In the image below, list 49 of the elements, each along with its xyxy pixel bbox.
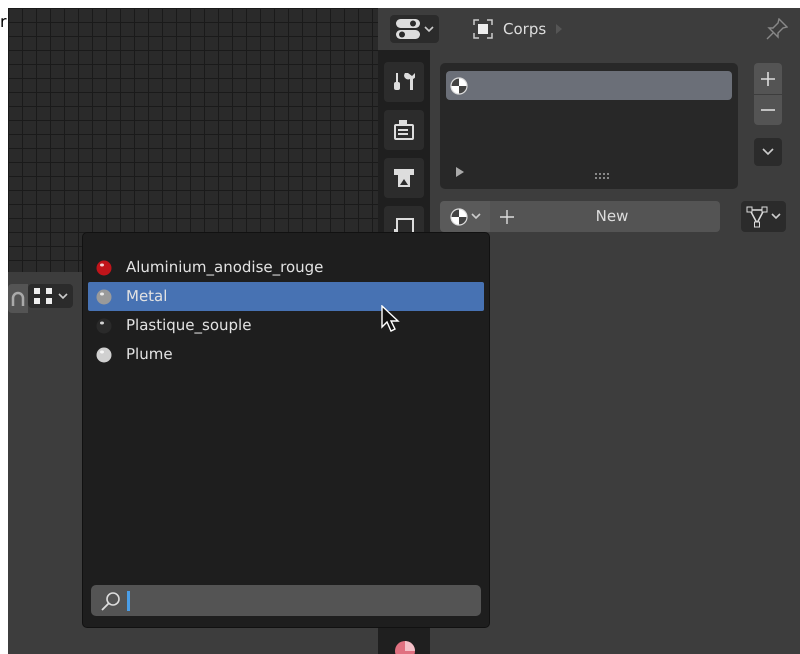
grid-dropdown[interactable] bbox=[28, 284, 73, 308]
plus-icon bbox=[500, 210, 514, 224]
sphere-icon bbox=[96, 346, 112, 362]
chevron-icon bbox=[424, 26, 434, 32]
sphere-icon bbox=[96, 260, 112, 276]
mesh-dropdown[interactable] bbox=[741, 201, 786, 232]
properties-tab[interactable] bbox=[384, 110, 424, 150]
search-icon bbox=[101, 590, 121, 610]
printer-icon bbox=[393, 167, 415, 189]
text-fragment: r bbox=[0, 14, 7, 30]
minus-icon bbox=[761, 109, 775, 111]
add-slot-button[interactable] bbox=[754, 63, 782, 94]
sphere-icon bbox=[96, 288, 112, 304]
chevron-icon bbox=[771, 213, 781, 220]
object-icon bbox=[473, 19, 493, 39]
new-material-button[interactable]: New bbox=[490, 201, 720, 232]
remove-slot-button[interactable] bbox=[754, 94, 782, 125]
chevron-icon bbox=[762, 148, 774, 156]
pin-icon[interactable] bbox=[766, 18, 788, 40]
menu-item[interactable]: Plastique_souple bbox=[88, 311, 484, 340]
material-icon bbox=[450, 76, 468, 94]
menu-item[interactable]: Aluminium_anodise_rouge bbox=[88, 253, 484, 282]
arrow-icon bbox=[556, 24, 562, 34]
magnet-icon bbox=[10, 290, 26, 308]
sphere-icon bbox=[96, 318, 112, 334]
expand-icon bbox=[456, 167, 464, 177]
text-cursor bbox=[127, 590, 130, 610]
tool-icon bbox=[393, 71, 415, 93]
chevron-icon bbox=[58, 292, 68, 300]
material-tab-icon[interactable] bbox=[394, 640, 416, 654]
properties-tab[interactable] bbox=[384, 62, 424, 102]
browse-material-button[interactable] bbox=[440, 201, 490, 232]
vertex-triangle-icon bbox=[746, 206, 768, 228]
menu-item[interactable]: Plume bbox=[88, 340, 484, 369]
chevron-icon bbox=[471, 213, 481, 220]
resize-grip-icon bbox=[595, 173, 611, 179]
editor-type-button[interactable] bbox=[390, 15, 439, 43]
mouse-pointer-icon bbox=[381, 305, 401, 333]
menu-item[interactable]: Metal bbox=[88, 282, 484, 311]
material-icon bbox=[449, 206, 469, 226]
grid-icon bbox=[33, 287, 55, 305]
properties-tab[interactable] bbox=[384, 158, 424, 198]
render-icon bbox=[393, 119, 415, 141]
plus-icon bbox=[761, 72, 775, 86]
search-field[interactable] bbox=[91, 585, 481, 616]
toggle-icon bbox=[395, 18, 421, 40]
object-name: Corps bbox=[503, 18, 546, 40]
specials-menu-button[interactable] bbox=[754, 138, 782, 166]
magnet-button[interactable] bbox=[8, 284, 28, 312]
